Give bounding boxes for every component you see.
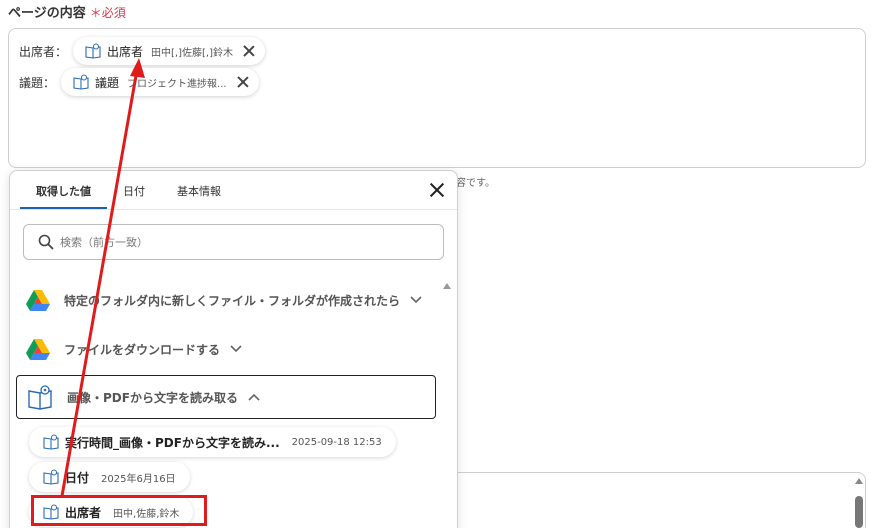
- close-icon[interactable]: [243, 45, 255, 57]
- attendee-field-label: 出席者：: [19, 44, 68, 59]
- ocr-book-icon: [85, 43, 101, 59]
- google-drive-icon: [26, 338, 50, 360]
- required-mark: ＊: [89, 6, 102, 20]
- scroll-up-arrow-icon[interactable]: [855, 478, 863, 484]
- google-drive-icon: [26, 289, 50, 311]
- section-drive-trigger[interactable]: 特定のフォルダ内に新しくファイル・フォルダが作成されたら: [16, 278, 436, 322]
- field-hint-text: 容です。: [456, 178, 495, 189]
- search-box[interactable]: [23, 224, 444, 260]
- agenda-row: 議題： 議題 プロジェクト進捗報...: [19, 68, 259, 96]
- close-icon[interactable]: [428, 181, 446, 199]
- tab-date[interactable]: 日付: [107, 171, 161, 209]
- popup-tabs: 取得した値 日付 基本情報: [20, 171, 237, 209]
- item-label: 日付: [65, 470, 90, 485]
- tab-basic-info[interactable]: 基本情報: [161, 171, 237, 209]
- item-value: 2025年6月16日: [101, 473, 176, 485]
- required-badge: ＊必須: [90, 6, 126, 20]
- section-download-file[interactable]: ファイルをダウンロードする: [16, 327, 436, 371]
- attendee-token[interactable]: 出席者 田中[,]佐藤[,]鈴木: [73, 37, 265, 65]
- page-content-editor[interactable]: 出席者： 出席者 田中[,]佐藤[,]鈴木 議題： 議題 プロジェクト進捗報..…: [8, 28, 866, 168]
- chevron-down-icon: [410, 296, 422, 304]
- page-content-label: ページの内容 ＊必須: [8, 2, 126, 21]
- search-input[interactable]: [60, 235, 420, 249]
- section-title: 画像・PDFから文字を読み取る: [67, 390, 238, 405]
- item-label: 実行時間_画像・PDFから文字を読み...: [65, 435, 280, 450]
- item-date[interactable]: 日付 2025年6月16日: [29, 462, 190, 492]
- search-icon: [38, 234, 54, 250]
- token-value: プロジェクト進捗報...: [127, 78, 227, 90]
- required-text: 必須: [101, 6, 126, 20]
- next-field-box[interactable]: [456, 472, 866, 528]
- section-title: ファイルをダウンロードする: [64, 342, 221, 357]
- attendee-row: 出席者： 出席者 田中[,]佐藤[,]鈴木: [19, 37, 265, 65]
- scrollbar[interactable]: [855, 478, 863, 528]
- ocr-book-icon: [43, 434, 59, 450]
- scroll-up-arrow-icon[interactable]: [443, 283, 451, 289]
- scroll-thumb[interactable]: [855, 496, 863, 528]
- ocr-book-icon: [43, 469, 59, 485]
- chevron-down-icon: [230, 345, 242, 353]
- token-label: 議題: [95, 75, 120, 90]
- tabs-divider: [10, 209, 457, 210]
- section-ocr[interactable]: 画像・PDFから文字を読み取る: [16, 375, 436, 419]
- chevron-up-icon: [248, 393, 260, 401]
- variable-picker-popup: 取得した値 日付 基本情報 特定のフォルダ内に新しくファイル・フォルダが作成され…: [9, 170, 458, 528]
- item-execution-time[interactable]: 実行時間_画像・PDFから文字を読み... 2025-09-18 12:53: [29, 427, 396, 457]
- agenda-token[interactable]: 議題 プロジェクト進捗報...: [61, 68, 259, 96]
- field-label-text: ページの内容: [8, 6, 86, 21]
- annotation-highlight-box: [31, 495, 207, 526]
- item-value: 2025-09-18 12:53: [291, 436, 382, 448]
- section-title: 特定のフォルダ内に新しくファイル・フォルダが作成されたら: [64, 293, 401, 308]
- tab-acquired-values[interactable]: 取得した値: [20, 171, 107, 209]
- token-value: 田中[,]佐藤[,]鈴木: [151, 47, 233, 59]
- token-label: 出席者: [107, 44, 144, 59]
- ocr-book-icon: [73, 74, 89, 90]
- close-icon[interactable]: [237, 76, 249, 88]
- agenda-field-label: 議題：: [19, 75, 56, 90]
- ocr-book-icon: [28, 385, 52, 410]
